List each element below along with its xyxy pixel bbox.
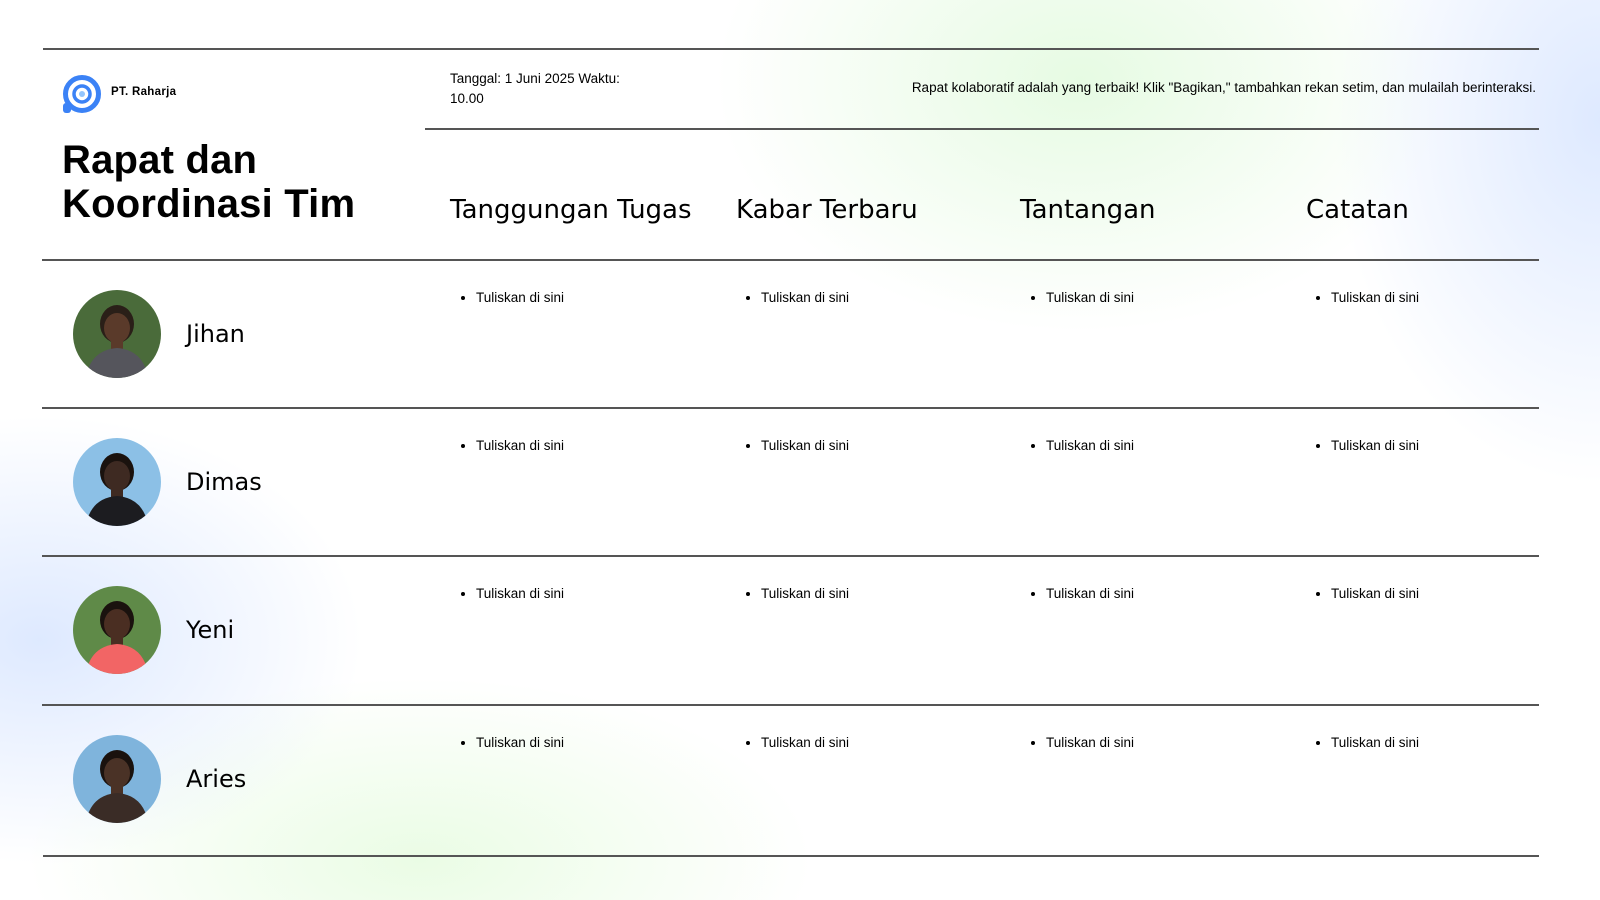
list-item: Tuliskan di sini: [761, 584, 849, 604]
list-item: Tuliskan di sini: [1046, 288, 1134, 308]
member-name: Dimas: [186, 468, 262, 496]
list-item: Tuliskan di sini: [1331, 436, 1419, 456]
list-item: Tuliskan di sini: [761, 288, 849, 308]
column-header-kabar-terbaru: Kabar Terbaru: [736, 195, 918, 225]
challenge-cell[interactable]: Tuliskan di sini: [1020, 584, 1134, 604]
task-cell[interactable]: Tuliskan di sini: [450, 584, 564, 604]
list-item: Tuliskan di sini: [1331, 584, 1419, 604]
list-item: Tuliskan di sini: [761, 436, 849, 456]
update-cell[interactable]: Tuliskan di sini: [735, 584, 849, 604]
company-name: PT. Raharja: [111, 86, 177, 98]
column-header-tanggungan-tugas: Tanggungan Tugas: [450, 195, 692, 225]
challenge-cell[interactable]: Tuliskan di sini: [1020, 733, 1134, 753]
list-item: Tuliskan di sini: [1046, 584, 1134, 604]
avatar-photo-icon: [73, 290, 161, 378]
circle-logo-icon: [62, 74, 102, 114]
top-rule: [43, 48, 1539, 50]
note-cell[interactable]: Tuliskan di sini: [1305, 584, 1419, 604]
list-item: Tuliskan di sini: [1331, 288, 1419, 308]
collaboration-tagline: Rapat kolaboratif adalah yang terbaik! K…: [911, 80, 1536, 95]
member-name: Yeni: [186, 616, 235, 644]
meeting-date-time: Tanggal: 1 Juni 2025 Waktu: 10.00: [450, 71, 620, 106]
list-item: Tuliskan di sini: [1046, 733, 1134, 753]
update-cell[interactable]: Tuliskan di sini: [735, 288, 849, 308]
list-item: Tuliskan di sini: [476, 436, 564, 456]
list-item: Tuliskan di sini: [761, 733, 849, 753]
bottom-rule: [43, 855, 1539, 857]
avatar-photo-icon: [73, 735, 161, 823]
update-cell[interactable]: Tuliskan di sini: [735, 733, 849, 753]
table-row: Jihan Tuliskan di sini Tuliskan di sini …: [42, 260, 1538, 408]
avatar: [73, 735, 161, 823]
update-cell[interactable]: Tuliskan di sini: [735, 436, 849, 456]
task-cell[interactable]: Tuliskan di sini: [450, 436, 564, 456]
note-cell[interactable]: Tuliskan di sini: [1305, 733, 1419, 753]
challenge-cell[interactable]: Tuliskan di sini: [1020, 436, 1134, 456]
avatar: [73, 438, 161, 526]
table-row: Aries Tuliskan di sini Tuliskan di sini …: [42, 705, 1538, 853]
avatar-photo-icon: [73, 586, 161, 674]
challenge-cell[interactable]: Tuliskan di sini: [1020, 288, 1134, 308]
list-item: Tuliskan di sini: [476, 733, 564, 753]
member-name: Jihan: [186, 320, 245, 348]
list-item: Tuliskan di sini: [1046, 436, 1134, 456]
avatar-photo-icon: [73, 438, 161, 526]
column-header-tantangan: Tantangan: [1020, 195, 1156, 225]
avatar: [73, 290, 161, 378]
table-row: Dimas Tuliskan di sini Tuliskan di sini …: [42, 408, 1538, 556]
task-cell[interactable]: Tuliskan di sini: [450, 288, 564, 308]
header-meta-rule: [425, 128, 1539, 130]
list-item: Tuliskan di sini: [476, 584, 564, 604]
page-title: Rapat dan Koordinasi Tim: [62, 138, 356, 226]
table-row: Yeni Tuliskan di sini Tuliskan di sini T…: [42, 556, 1538, 704]
note-cell[interactable]: Tuliskan di sini: [1305, 436, 1419, 456]
note-cell[interactable]: Tuliskan di sini: [1305, 288, 1419, 308]
column-header-catatan: Catatan: [1306, 195, 1409, 225]
task-cell[interactable]: Tuliskan di sini: [450, 733, 564, 753]
list-item: Tuliskan di sini: [476, 288, 564, 308]
avatar: [73, 586, 161, 674]
member-name: Aries: [186, 765, 247, 793]
list-item: Tuliskan di sini: [1331, 733, 1419, 753]
